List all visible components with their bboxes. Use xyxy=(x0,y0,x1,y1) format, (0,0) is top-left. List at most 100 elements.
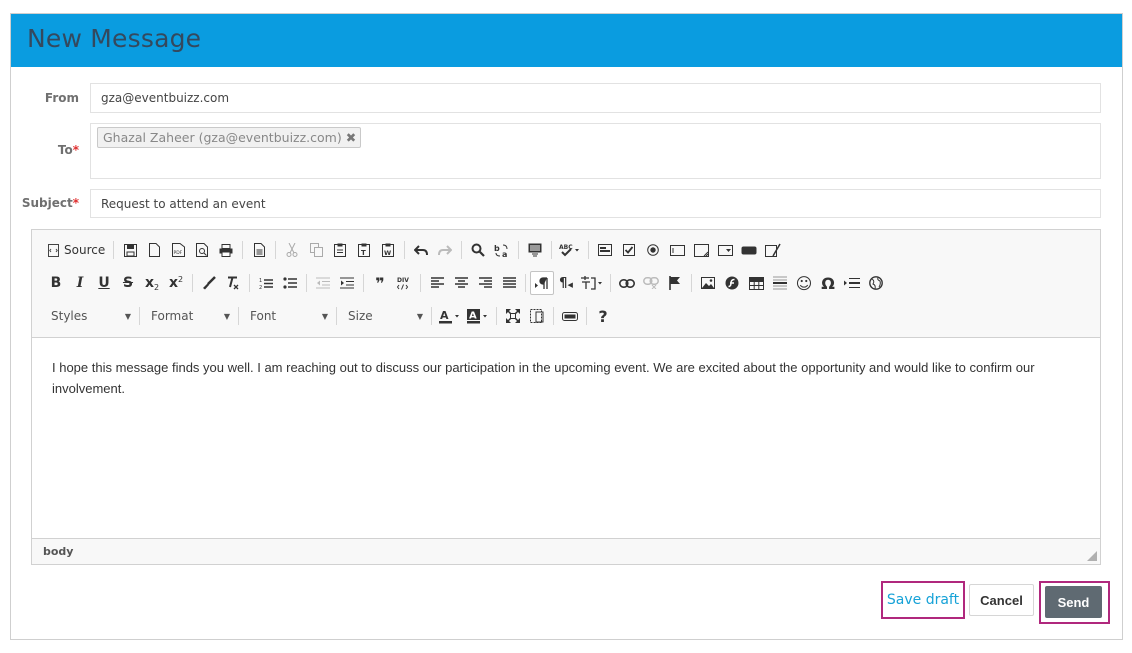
remove-recipient-icon[interactable]: ✖ xyxy=(346,130,356,145)
font-dropdown[interactable]: Font ▼ xyxy=(243,304,332,328)
copy-button[interactable] xyxy=(304,238,328,262)
toolbar-separator xyxy=(242,241,244,259)
from-input[interactable] xyxy=(91,84,1100,112)
textarea-button[interactable] xyxy=(689,238,713,262)
iframe-button[interactable] xyxy=(864,271,888,295)
table-button[interactable] xyxy=(744,271,768,295)
anchor-button[interactable] xyxy=(663,271,687,295)
page-break-button[interactable] xyxy=(840,271,864,295)
special-char-button[interactable]: Ω xyxy=(816,271,840,295)
size-dropdown[interactable]: Size ▼ xyxy=(341,304,427,328)
cut-button[interactable] xyxy=(280,238,304,262)
cancel-button[interactable]: Cancel xyxy=(969,584,1034,616)
print-button[interactable] xyxy=(214,238,238,262)
source-icon xyxy=(48,243,59,257)
placeholder-button[interactable] xyxy=(558,304,582,328)
chevron-down-icon: ▼ xyxy=(321,311,328,321)
send-button[interactable]: Send xyxy=(1045,586,1102,618)
redo-button[interactable] xyxy=(433,238,457,262)
chevron-down-icon: ▼ xyxy=(416,311,423,321)
save-button[interactable] xyxy=(118,238,142,262)
chevron-down-icon: ▼ xyxy=(223,311,230,321)
unlink-button[interactable] xyxy=(639,271,663,295)
resize-handle-icon[interactable] xyxy=(1087,551,1097,561)
new-page-icon xyxy=(148,243,160,257)
from-field[interactable] xyxy=(90,83,1101,113)
align-center-button[interactable] xyxy=(449,271,473,295)
preview-icon xyxy=(195,243,208,257)
replace-button[interactable]: ba xyxy=(490,238,514,262)
help-button[interactable]: ? xyxy=(591,304,615,328)
to-field[interactable]: Ghazal Zaheer (gza@eventbuizz.com) ✖ xyxy=(90,123,1101,179)
underline-button[interactable]: U xyxy=(92,271,116,295)
text-color-button[interactable]: A xyxy=(436,304,464,328)
language-button[interactable] xyxy=(578,271,606,295)
maximize-button[interactable] xyxy=(501,304,525,328)
smiley-button[interactable]: ☺ xyxy=(792,271,816,295)
strikethrough-button[interactable]: S xyxy=(116,271,140,295)
subscript-button[interactable]: x2 xyxy=(140,271,164,295)
save-icon xyxy=(123,243,137,257)
select-field-button[interactable] xyxy=(713,238,737,262)
image-button-field-button[interactable] xyxy=(761,238,785,262)
select-all-button[interactable] xyxy=(523,238,547,262)
editor-content[interactable]: I hope this message finds you well. I am… xyxy=(32,338,1100,538)
undo-button[interactable] xyxy=(409,238,433,262)
styles-dropdown[interactable]: Styles ▼ xyxy=(44,304,135,328)
paste-text-button[interactable]: T xyxy=(352,238,376,262)
format-dropdown[interactable]: Format ▼ xyxy=(144,304,234,328)
checkbox-button[interactable] xyxy=(617,238,641,262)
export-pdf-button[interactable]: PDF xyxy=(166,238,190,262)
find-button[interactable] xyxy=(466,238,490,262)
text-field-button[interactable] xyxy=(665,238,689,262)
justify-button[interactable] xyxy=(497,271,521,295)
toolbar-separator xyxy=(238,307,239,325)
form-button[interactable] xyxy=(593,238,617,262)
flash-icon xyxy=(725,276,739,290)
numbered-list-button[interactable]: 12 xyxy=(254,271,278,295)
superscript-button[interactable]: x2 xyxy=(164,271,188,295)
paste-word-icon: W xyxy=(382,243,395,257)
indent-button[interactable] xyxy=(335,271,359,295)
templates-button[interactable] xyxy=(247,238,271,262)
show-blocks-button[interactable] xyxy=(525,304,549,328)
image-button[interactable] xyxy=(696,271,720,295)
create-div-button[interactable]: DIV xyxy=(392,271,416,295)
toolbar-separator xyxy=(553,307,554,325)
paste-button[interactable] xyxy=(328,238,352,262)
svg-text:a: a xyxy=(502,250,507,258)
ltr-icon xyxy=(535,276,548,289)
subject-input[interactable] xyxy=(91,190,1100,217)
templates-icon xyxy=(253,243,265,257)
text-direction-rtl-button[interactable]: ¶ ◀ xyxy=(554,271,578,295)
svg-text:PDF: PDF xyxy=(173,250,182,256)
preview-button[interactable] xyxy=(190,238,214,262)
italic-button[interactable]: I xyxy=(68,271,92,295)
paste-word-button[interactable]: W xyxy=(376,238,400,262)
toolbar-separator xyxy=(691,274,692,292)
subject-field[interactable] xyxy=(90,189,1101,218)
copy-formatting-button[interactable] xyxy=(197,271,221,295)
background-color-button[interactable]: A xyxy=(464,304,492,328)
toolbar-separator xyxy=(518,241,520,259)
outdent-button[interactable] xyxy=(311,271,335,295)
dialog-title: New Message xyxy=(27,24,202,53)
flash-button[interactable] xyxy=(720,271,744,295)
align-right-button[interactable] xyxy=(473,271,497,295)
source-button[interactable]: Source xyxy=(44,238,109,262)
new-page-button[interactable] xyxy=(142,238,166,262)
button-field-button[interactable] xyxy=(737,238,761,262)
link-button[interactable] xyxy=(615,271,639,295)
bulleted-list-button[interactable] xyxy=(278,271,302,295)
element-path[interactable]: body xyxy=(43,545,73,558)
remove-format-button[interactable] xyxy=(221,271,245,295)
radio-button[interactable] xyxy=(641,238,665,262)
align-left-button[interactable] xyxy=(425,271,449,295)
save-draft-button[interactable]: Save draft xyxy=(881,581,965,619)
rich-text-editor: Source PDF T W b a ABC B I U S x 2 x 2 1… xyxy=(31,229,1101,565)
text-direction-ltr-button[interactable] xyxy=(530,271,554,295)
blockquote-button[interactable]: ❞ xyxy=(368,271,392,295)
spellcheck-button[interactable]: ABC xyxy=(556,238,584,262)
bold-button[interactable]: B xyxy=(44,271,68,295)
horizontal-rule-button[interactable] xyxy=(768,271,792,295)
